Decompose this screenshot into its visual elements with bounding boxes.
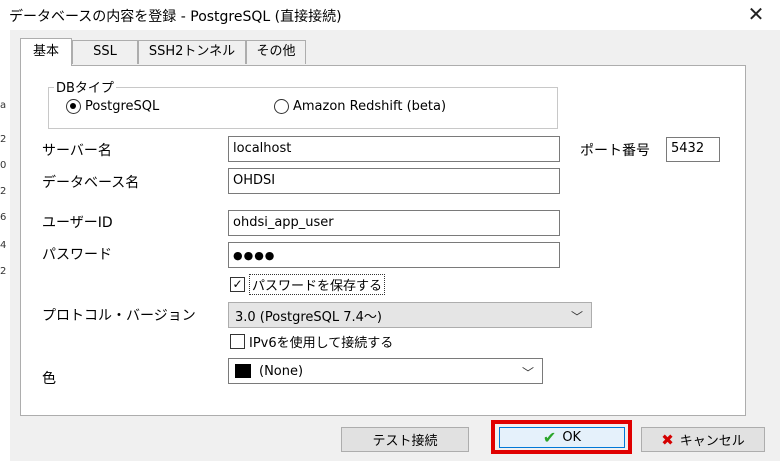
cancel-button[interactable]: ✖ キャンセル [641, 427, 765, 452]
background-text: 2 [0, 134, 7, 145]
protocol-version-select[interactable]: 3.0 (PostgreSQL 7.4～) ﹀ [228, 302, 592, 328]
window-title: データベースの内容を登録 - PostgreSQL (直接接続) [9, 9, 342, 25]
background-text: a [0, 100, 7, 111]
color-value: (None) [259, 363, 304, 379]
password-input[interactable]: ●●●● [228, 242, 560, 268]
background-text: 6 [0, 212, 7, 223]
tab-basic[interactable]: 基本 [20, 38, 72, 66]
background-text: 2 [0, 186, 7, 197]
user-id-label: ユーザーID [42, 215, 113, 231]
server-name-input[interactable]: localhost [228, 136, 560, 162]
protocol-version-label: プロトコル・バージョン [42, 308, 196, 324]
check-icon: ✔ [542, 428, 557, 447]
close-icon[interactable]: ✕ [744, 3, 768, 27]
ipv6-label: IPv6を使用して接続する [249, 336, 394, 351]
port-label: ポート番号 [580, 143, 650, 159]
background-text: 4 [0, 240, 7, 251]
radio-postgresql-label: PostgreSQL [85, 99, 160, 114]
cancel-label: キャンセル [679, 434, 745, 449]
port-input[interactable]: 5432 [666, 137, 720, 162]
chevron-down-icon: ﹀ [570, 310, 583, 324]
test-connection-button[interactable]: テスト接続 [341, 427, 469, 452]
color-label: 色 [42, 371, 56, 387]
user-id-input[interactable]: ohdsi_app_user [228, 210, 560, 236]
background-text: 2 [0, 266, 7, 277]
radio-unselected-icon [274, 99, 289, 114]
color-select[interactable]: (None) ﹀ [228, 358, 543, 384]
protocol-version-value: 3.0 (PostgreSQL 7.4～) [235, 309, 382, 325]
radio-selected-icon [66, 99, 81, 114]
ok-label: OK [562, 430, 582, 445]
radio-postgresql[interactable]: PostgreSQL [66, 99, 159, 114]
save-password-checkbox[interactable]: ✓ パスワードを保存する [230, 274, 386, 295]
tab-ssl[interactable]: SSL [72, 40, 138, 64]
cancel-x-icon: ✖ [661, 430, 674, 449]
ipv6-checkbox[interactable]: IPv6を使用して接続する [230, 332, 393, 351]
password-label: パスワード [42, 247, 112, 263]
background-text: 0 [0, 160, 7, 171]
color-swatch-icon [235, 364, 251, 378]
tab-other[interactable]: その他 [246, 40, 306, 64]
checkbox-empty-icon [230, 334, 245, 349]
server-name-label: サーバー名 [42, 143, 112, 159]
checkmark-icon: ✓ [230, 277, 245, 292]
database-name-input[interactable]: OHDSI [228, 168, 560, 194]
chevron-down-icon: ﹀ [521, 366, 534, 380]
db-type-legend: DBタイプ [54, 77, 116, 96]
tab-ssh2-tunnel[interactable]: SSH2トンネル [138, 40, 246, 64]
radio-redshift-label: Amazon Redshift (beta) [293, 99, 447, 114]
test-connection-label: テスト接続 [372, 434, 438, 449]
database-name-label: データベース名 [42, 175, 140, 191]
ok-button[interactable]: ✔ OK [499, 427, 625, 448]
save-password-label: パスワードを保存する [249, 274, 386, 295]
radio-amazon-redshift[interactable]: Amazon Redshift (beta) [274, 99, 446, 114]
